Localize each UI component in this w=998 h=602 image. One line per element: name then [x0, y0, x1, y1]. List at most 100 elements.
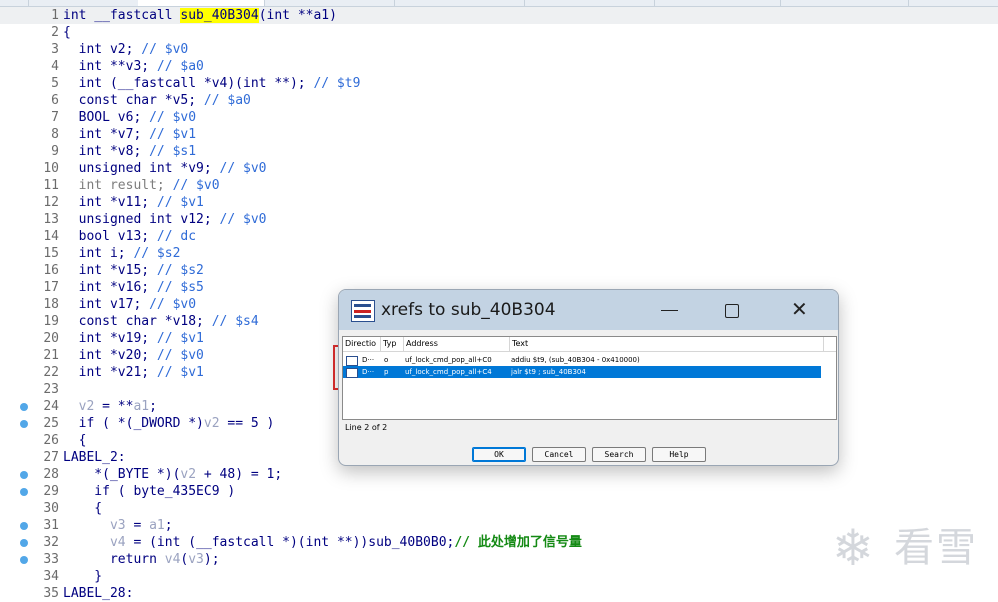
code-token: const char *v18; [63, 314, 212, 329]
code-line[interactable]: 30 { [0, 500, 998, 517]
code-line[interactable]: 15 int i; // $s2 [0, 245, 998, 262]
maximize-button[interactable] [717, 298, 747, 322]
tab[interactable] [780, 0, 909, 6]
tab[interactable] [28, 0, 139, 6]
code-line[interactable]: 14 bool v13; // dc [0, 228, 998, 245]
code-line[interactable]: 29 if ( byte_435EC9 ) [0, 483, 998, 500]
code-text: int v2; // $v0 [63, 41, 189, 58]
xrefs-list[interactable]: Directio Typ Address Text D··· o uf_lock… [342, 336, 837, 420]
breakpoint-dot-icon[interactable] [20, 488, 28, 496]
column-text[interactable]: Text [510, 337, 824, 351]
code-text: LABEL_2: [63, 449, 126, 466]
xref-type: p [384, 368, 389, 376]
code-line[interactable]: 8 int *v7; // $v1 [0, 126, 998, 143]
line-number: 24 [43, 399, 59, 414]
tab[interactable] [908, 0, 998, 6]
code-text: v4 = (int (__fastcall *)(int **))sub_40B… [63, 534, 582, 551]
tab[interactable] [264, 0, 395, 6]
code-token: ; [149, 399, 157, 414]
code-text: int v17; // $v0 [63, 296, 196, 313]
tab[interactable] [654, 0, 781, 6]
code-token: v2 [180, 467, 197, 482]
code-text: int result; // $v0 [63, 177, 220, 194]
breakpoint-dot-icon[interactable] [20, 403, 28, 411]
code-token: unsigned int v12; [63, 212, 220, 227]
code-text: { [63, 432, 87, 449]
code-line[interactable]: 4 int **v3; // $a0 [0, 58, 998, 75]
code-line[interactable]: 6 const char *v5; // $a0 [0, 92, 998, 109]
breakpoint-dot-icon[interactable] [20, 556, 28, 564]
column-address[interactable]: Address [404, 337, 510, 351]
minimize-icon [661, 310, 678, 311]
code-text: int __fastcall sub_40B304(int **a1) [63, 7, 337, 24]
dialog-titlebar[interactable]: xrefs to sub_40B304 ✕ [339, 290, 838, 330]
code-line[interactable]: 13 unsigned int v12; // $v0 [0, 211, 998, 228]
line-number: 15 [43, 246, 59, 261]
code-comment: // $t9 [313, 76, 361, 91]
breakpoint-dot-icon[interactable] [20, 420, 28, 428]
ok-button[interactable]: OK [472, 447, 526, 462]
code-token: = (int (__fastcall *)(int **))sub_40B0B0… [125, 535, 455, 550]
close-button[interactable]: ✕ [787, 298, 817, 322]
highlighted-identifier: sub_40B304 [180, 8, 259, 23]
tab-pseudocode[interactable] [138, 0, 265, 6]
cancel-button[interactable]: Cancel [532, 447, 586, 462]
xref-row-icon [346, 356, 358, 366]
column-direction[interactable]: Directio [343, 337, 381, 351]
code-token: int result; [63, 178, 173, 193]
code-token: v2 [203, 416, 220, 431]
line-number: 16 [43, 263, 59, 278]
code-line[interactable]: 3 int v2; // $v0 [0, 41, 998, 58]
code-token: + 48) = 1; [196, 467, 283, 482]
xref-type: o [384, 356, 389, 364]
breakpoint-dot-icon[interactable] [20, 539, 28, 547]
code-token: } [63, 569, 103, 584]
code-text: unsigned int *v9; // $v0 [63, 160, 267, 177]
breakpoint-dot-icon[interactable] [20, 522, 28, 530]
line-number: 19 [43, 314, 59, 329]
code-token: int **v3; [63, 59, 157, 74]
code-token: v3 [188, 552, 204, 567]
line-number: 6 [51, 93, 59, 108]
code-line[interactable]: 35 LABEL_28: [0, 585, 998, 602]
tab[interactable] [394, 0, 525, 6]
code-line[interactable]: 5 int (__fastcall *v4)(int **); // $t9 [0, 75, 998, 92]
code-line[interactable]: 7 BOOL v6; // $v0 [0, 109, 998, 126]
xref-row-icon [346, 368, 358, 378]
code-line[interactable]: 2{ [0, 24, 998, 41]
code-line[interactable]: 9 int *v8; // $s1 [0, 143, 998, 160]
code-line[interactable]: 28 *(_BYTE *)(v2 + 48) = 1; [0, 466, 998, 483]
code-line[interactable]: 1 int __fastcall sub_40B304(int **a1) [0, 7, 998, 24]
line-number: 25 [43, 416, 59, 431]
code-token: int *v15; [63, 263, 157, 278]
code-token: int i; [63, 246, 134, 261]
line-number: 23 [43, 382, 59, 397]
breakpoint-dot-icon[interactable] [20, 471, 28, 479]
column-type[interactable]: Typ [381, 337, 404, 351]
line-number: 13 [43, 212, 59, 227]
code-line[interactable]: 16 int *v15; // $s2 [0, 262, 998, 279]
help-button[interactable]: Help [652, 447, 706, 462]
minimize-button[interactable] [655, 298, 685, 322]
line-number: 21 [43, 348, 59, 363]
code-text: int (__fastcall *v4)(int **); // $t9 [63, 75, 361, 92]
code-token: { [63, 25, 71, 40]
line-number: 27 [43, 450, 59, 465]
search-button[interactable]: Search [592, 447, 646, 462]
code-token: return [63, 552, 165, 567]
xref-row-selected[interactable]: D··· p uf_lock_cmd_pop_all+C4 jalr $t9 ;… [343, 366, 821, 378]
code-text: v3 = a1; [63, 517, 173, 534]
tab[interactable] [524, 0, 655, 6]
code-line[interactable]: 10 unsigned int *v9; // $v0 [0, 160, 998, 177]
line-number: 11 [43, 178, 59, 193]
code-line[interactable]: 12 int *v11; // $v1 [0, 194, 998, 211]
code-text: LABEL_28: [63, 585, 133, 602]
xrefs-icon [351, 300, 375, 322]
code-line[interactable]: 11 int result; // $v0 [0, 177, 998, 194]
tab[interactable] [0, 0, 29, 6]
code-token: int __fastcall [63, 8, 181, 23]
code-text: int *v15; // $s2 [63, 262, 204, 279]
xref-row[interactable]: D··· o uf_lock_cmd_pop_all+C0 addiu $t9,… [343, 354, 821, 366]
code-text: const char *v18; // $s4 [63, 313, 259, 330]
line-number: 4 [51, 59, 59, 74]
